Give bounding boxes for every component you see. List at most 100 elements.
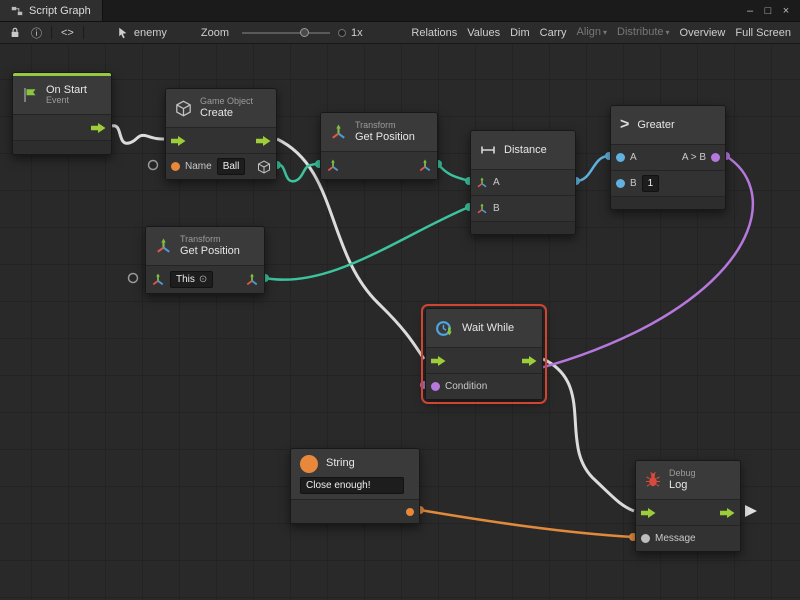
code-view-icon[interactable]: <> [56, 23, 79, 43]
graph-toolbar: ⓘ <> enemy Zoom 1x Relations Values Dim … [0, 22, 800, 44]
node-get-position-top[interactable]: Transform Get Position [320, 112, 438, 180]
vector-output-port[interactable] [245, 273, 259, 287]
window-titlebar: Script Graph – □ × [0, 0, 800, 22]
node-header: > Greater [611, 106, 725, 144]
node-header: On Start Event [13, 76, 111, 114]
control-ports-row [13, 114, 111, 140]
chevron-down-icon: ▾ [603, 28, 607, 37]
node-wait-while[interactable]: Wait While Condition [425, 308, 543, 400]
control-output-port[interactable] [256, 135, 271, 147]
full-screen-button[interactable]: Full Screen [730, 23, 796, 43]
transform-input-port[interactable] [151, 273, 165, 287]
dim-button[interactable]: Dim [505, 23, 535, 43]
node-debug-log[interactable]: Debug Log Message [635, 460, 741, 552]
node-title: Wait While [462, 322, 514, 335]
control-output-port[interactable] [522, 355, 537, 367]
carry-button[interactable]: Carry [535, 23, 572, 43]
node-category: Debug [669, 469, 696, 479]
node-distance[interactable]: Distance A B [470, 130, 576, 235]
number-input-port[interactable] [616, 179, 625, 188]
string-output-port[interactable] [406, 508, 414, 516]
number-input-port[interactable] [616, 153, 625, 162]
tab-script-graph[interactable]: Script Graph [0, 0, 103, 21]
transform-axes-icon [330, 124, 347, 141]
node-category: Game Object [200, 97, 253, 107]
control-output-port[interactable] [720, 507, 735, 519]
close-button[interactable]: × [777, 1, 795, 21]
port-a-row: A [471, 169, 575, 195]
port-b-row: B 1 [611, 170, 725, 196]
script-graph-icon [11, 5, 23, 17]
control-ports-row [166, 127, 276, 153]
distance-icon [480, 142, 496, 158]
port-label: A [630, 152, 637, 163]
window-title: Script Graph [29, 5, 91, 17]
node-game-object-create[interactable]: Game Object Create Name Ball [165, 88, 277, 180]
name-input[interactable]: Ball [217, 158, 246, 175]
port-label: A [493, 177, 500, 188]
name-port-row: Name Ball [166, 153, 276, 179]
port-label: B [493, 203, 500, 214]
zoom-slider[interactable] [242, 32, 330, 34]
flag-icon [22, 87, 38, 103]
graph-asset-icon [117, 27, 129, 39]
zoom-slider-knob[interactable] [300, 28, 309, 37]
node-title: Distance [504, 144, 547, 157]
bug-icon [645, 472, 661, 488]
result-label: A > B [682, 152, 706, 163]
port-label: Message [655, 533, 696, 544]
boolean-input-port[interactable] [431, 382, 440, 391]
zoom-label: Zoom [196, 23, 234, 43]
port-label: Name [185, 161, 212, 172]
control-input-port[interactable] [641, 507, 656, 519]
node-header: String Close enough! [291, 449, 419, 499]
node-category: Transform [355, 121, 415, 131]
minimize-button[interactable]: – [741, 1, 759, 21]
game-object-output-port[interactable] [257, 160, 271, 174]
b-value-input[interactable]: 1 [642, 175, 660, 192]
condition-port-row: Condition [426, 373, 542, 399]
node-title: Greater [637, 119, 674, 132]
lock-icon[interactable] [4, 23, 26, 43]
maximize-button[interactable]: □ [759, 1, 777, 21]
vector-port-icon[interactable] [476, 177, 488, 189]
node-category: Transform [180, 235, 240, 245]
node-on-start-event[interactable]: On Start Event [12, 72, 112, 155]
relations-button[interactable]: Relations [406, 23, 462, 43]
string-input-port[interactable] [171, 162, 180, 171]
value-ports-row [321, 151, 437, 179]
object-picker-icon[interactable]: ⊙ [199, 275, 207, 285]
transform-input-port[interactable] [326, 159, 340, 173]
zoom-indicator-icon [338, 29, 346, 37]
node-header: Wait While [426, 309, 542, 347]
info-icon[interactable]: ⓘ [26, 23, 47, 43]
boolean-output-port[interactable] [711, 153, 720, 162]
value-ports-row: This ⊙ [146, 265, 264, 293]
greater-icon: > [620, 116, 629, 134]
vector-port-icon[interactable] [476, 203, 488, 215]
node-header: Debug Log [636, 461, 740, 499]
port-label: B [630, 178, 637, 189]
values-button[interactable]: Values [462, 23, 505, 43]
transform-axes-icon [155, 238, 172, 255]
node-string-literal[interactable]: String Close enough! [290, 448, 420, 524]
node-greater[interactable]: > Greater A A > B B 1 [610, 105, 726, 210]
node-footer [471, 221, 575, 234]
distribute-dropdown[interactable]: Distribute▾ [612, 22, 674, 43]
string-value-input[interactable]: Close enough! [300, 477, 404, 494]
control-input-port[interactable] [431, 355, 446, 367]
align-dropdown[interactable]: Align▾ [572, 22, 612, 43]
graph-breadcrumb[interactable]: enemy [112, 23, 172, 43]
node-header: Distance [471, 131, 575, 169]
control-input-port[interactable] [171, 135, 186, 147]
control-output-port[interactable] [91, 122, 106, 134]
node-subtitle: Event [46, 96, 87, 106]
node-title: Log [669, 479, 696, 492]
message-input-port[interactable] [641, 534, 650, 543]
overview-button[interactable]: Overview [675, 23, 731, 43]
node-title: Get Position [355, 131, 415, 144]
graph-name: enemy [134, 27, 167, 39]
target-input[interactable]: This ⊙ [170, 271, 213, 288]
vector-output-port[interactable] [418, 159, 432, 173]
node-get-position-bottom[interactable]: Transform Get Position This ⊙ [145, 226, 265, 294]
